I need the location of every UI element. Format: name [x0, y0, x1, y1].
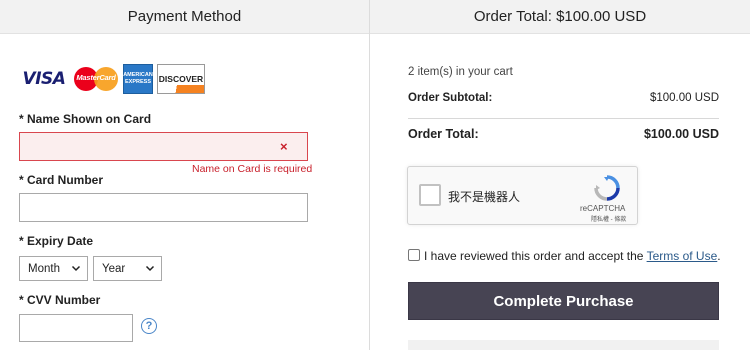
total-label: Order Total:	[408, 127, 479, 141]
column-divider	[369, 0, 370, 350]
card-logos: VISA MasterCard AMERICAN EXPRESS DISCOVE…	[19, 64, 205, 94]
expiry-month-select[interactable]: Month	[19, 256, 88, 281]
chevron-down-icon	[145, 265, 155, 272]
recaptcha-label: 我不是機器人	[448, 190, 521, 204]
chevron-down-icon	[71, 265, 81, 272]
accept-terms-label: I have reviewed this order and accept th…	[424, 249, 647, 263]
accept-terms-text: I have reviewed this order and accept th…	[424, 249, 721, 263]
accept-terms-checkbox[interactable]	[408, 249, 420, 261]
name-on-card-input[interactable]	[19, 132, 308, 161]
recaptcha-checkbox[interactable]	[419, 184, 441, 206]
accept-terms-period: .	[717, 249, 721, 263]
name-error-message: Name on Card is required	[192, 163, 313, 175]
recaptcha-logo-icon	[594, 175, 620, 201]
complete-purchase-button[interactable]: Complete Purchase	[408, 282, 719, 320]
expiry-date-label: * Expiry Date	[19, 234, 94, 248]
subtotal-label: Order Subtotal:	[408, 92, 493, 104]
lower-panel	[408, 340, 719, 350]
expiry-year-value: Year	[102, 262, 126, 275]
recaptcha-brand: reCAPTCHA	[580, 204, 626, 213]
card-number-label: * Card Number	[19, 173, 104, 187]
payment-method-header: Payment Method	[0, 0, 369, 34]
subtotal-value: $100.00 USD	[649, 92, 719, 104]
help-question-icon[interactable]: ?	[141, 318, 157, 334]
expiry-year-select[interactable]: Year	[93, 256, 162, 281]
mastercard-logo: MasterCard	[73, 64, 119, 94]
cvv-input[interactable]	[19, 314, 133, 342]
terms-of-use-link[interactable]: Terms of Use	[647, 249, 718, 263]
checkout-page: Payment Method Order Total: $100.00 USD …	[0, 0, 750, 350]
total-value: $100.00 USD	[643, 127, 719, 141]
recaptcha-links[interactable]: 隱私權 - 條款	[591, 214, 626, 223]
summary-divider	[408, 118, 719, 119]
name-on-card-label: * Name Shown on Card	[19, 112, 152, 126]
discover-logo: DISCOVER	[157, 64, 205, 94]
recaptcha-widget: 我不是機器人 reCAPTCHA 隱私權 - 條款	[407, 166, 638, 225]
error-x-icon: ×	[280, 139, 288, 154]
amex-logo: AMERICAN EXPRESS	[123, 64, 153, 94]
cvv-label: * CVV Number	[19, 293, 101, 307]
expiry-month-value: Month	[28, 262, 60, 275]
card-number-input[interactable]	[19, 193, 308, 222]
visa-logo: VISA	[22, 69, 66, 89]
order-total-header: Order Total: $100.00 USD	[370, 0, 750, 34]
cart-items-count: 2 item(s) in your cart	[408, 66, 513, 78]
